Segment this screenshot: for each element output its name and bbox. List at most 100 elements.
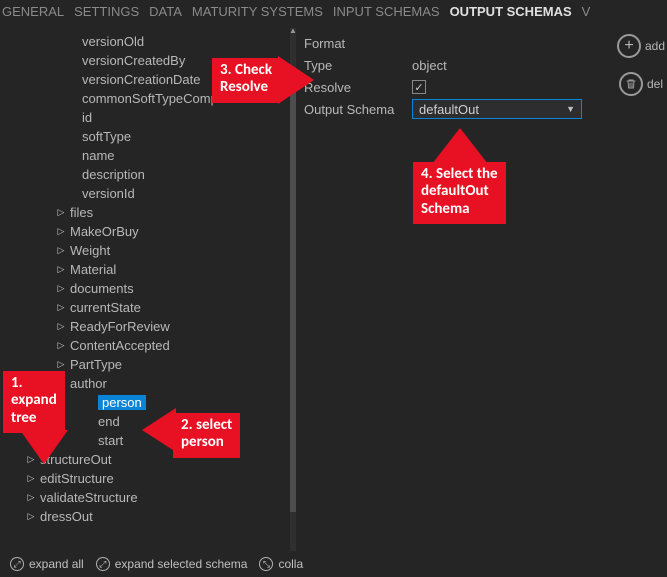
expand-all-icon: ⤢ <box>10 557 24 571</box>
tab-input-schemas[interactable]: INPUT SCHEMAS <box>333 4 440 19</box>
output-schema-dropdown[interactable]: defaultOut ▼ <box>412 99 582 119</box>
tree-node[interactable]: id <box>8 108 290 127</box>
tree-node-label: files <box>70 205 93 220</box>
add-button[interactable]: + add <box>617 34 665 58</box>
tree-node-label: PartType <box>70 357 122 372</box>
expand-icon[interactable]: ▷ <box>56 359 66 370</box>
tab-data[interactable]: DATA <box>149 4 182 19</box>
tree-node[interactable]: versionOld <box>8 32 290 51</box>
expand-icon[interactable]: ▷ <box>56 264 66 275</box>
collapse-label: colla <box>278 557 303 571</box>
output-schema-value: defaultOut <box>419 102 479 117</box>
tab-output-schemas[interactable]: OUTPUT SCHEMAS <box>450 4 572 19</box>
tree-node[interactable]: description <box>8 165 290 184</box>
expand-icon[interactable]: ▷ <box>56 226 66 237</box>
tree-node[interactable]: ▷ dressOut <box>8 507 290 526</box>
expand-icon[interactable]: ▷ <box>56 321 66 332</box>
annotation-4-arrow <box>432 128 488 164</box>
annotation-3-arrow <box>278 56 314 104</box>
expand-icon[interactable]: ▷ <box>56 302 66 313</box>
property-format: Format <box>304 32 603 54</box>
type-value: object <box>412 58 447 73</box>
tree-node-label: Material <box>70 262 116 277</box>
tree-node-label: author <box>70 376 107 391</box>
expand-selected-label: expand selected schema <box>115 557 248 571</box>
tree-node-label: currentState <box>70 300 141 315</box>
tree-node[interactable]: ▷ currentState <box>8 298 290 317</box>
annotation-4: 4. Select the defaultOut Schema <box>413 162 506 224</box>
tree-node[interactable]: ▷ Weight <box>8 241 290 260</box>
properties-panel: Format Type object Resolve ✓ Output Sche… <box>296 28 611 551</box>
delete-button[interactable]: del <box>619 72 663 96</box>
tree-node[interactable]: ▷ Material <box>8 260 290 279</box>
tree-scrollbar[interactable]: ▲ <box>290 28 296 551</box>
expand-icon[interactable]: ▷ <box>56 340 66 351</box>
tab-bar: GENERAL SETTINGS DATA MATURITY SYSTEMS I… <box>0 0 667 25</box>
content-area: versionOldversionCreatedByversionCreatio… <box>0 28 611 551</box>
tree-node-label: name <box>82 148 115 163</box>
tree-node[interactable]: name <box>8 146 290 165</box>
expand-icon[interactable]: ▷ <box>56 207 66 218</box>
expand-icon[interactable]: ▷ <box>56 245 66 256</box>
collapse-icon: ⤡ <box>259 557 273 571</box>
tree-node-label: start <box>98 433 123 448</box>
tree-node-label: ReadyForReview <box>70 319 170 334</box>
tree-node-label: id <box>82 110 92 125</box>
tree-node[interactable]: ▷ ReadyForReview <box>8 317 290 336</box>
annotation-1: 1. expand tree <box>3 371 65 433</box>
tree-node-label: end <box>98 414 120 429</box>
tab-maturity-systems[interactable]: MATURITY SYSTEMS <box>192 4 323 19</box>
add-button-label: add <box>645 39 665 53</box>
tree-node-label: commonSoftTypeComp <box>82 91 218 106</box>
tab-settings[interactable]: SETTINGS <box>74 4 139 19</box>
tree-node[interactable]: ▷ MakeOrBuy <box>8 222 290 241</box>
tree-node-label: Weight <box>70 243 110 258</box>
tree-node-label: dressOut <box>40 509 93 524</box>
property-type: Type object <box>304 54 603 76</box>
scrollbar-thumb[interactable] <box>290 72 296 512</box>
annotation-2-arrow <box>142 408 176 452</box>
tree-node-label: person <box>98 395 146 410</box>
tree-node-label: versionId <box>82 186 135 201</box>
tree-node[interactable]: softType <box>8 127 290 146</box>
tree-node[interactable]: ▷ ContentAccepted <box>8 336 290 355</box>
resolve-label: Resolve <box>304 80 404 95</box>
expand-icon[interactable]: ▷ <box>56 283 66 294</box>
tree-footer: ⤢ expand all ⤢ expand selected schema ⤡ … <box>10 551 303 577</box>
scroll-up-icon[interactable]: ▲ <box>289 28 296 34</box>
trash-icon <box>619 72 643 96</box>
expand-selected-button[interactable]: ⤢ expand selected schema <box>96 557 248 571</box>
tab-overflow[interactable]: V <box>582 4 591 19</box>
expand-all-button[interactable]: ⤢ expand all <box>10 557 84 571</box>
tree-node-label: validateStructure <box>40 490 138 505</box>
tree-node-label: ContentAccepted <box>70 338 170 353</box>
tree-node[interactable]: ▷documents <box>8 279 290 298</box>
tree-node-label: versionOld <box>82 34 144 49</box>
plus-icon: + <box>617 34 641 58</box>
tree-node-label: MakeOrBuy <box>70 224 139 239</box>
tree-node[interactable]: versionId <box>8 184 290 203</box>
tree-node-label: versionCreatedBy <box>82 53 185 68</box>
tree-panel: versionOldversionCreatedByversionCreatio… <box>0 28 296 551</box>
expand-all-label: expand all <box>29 557 84 571</box>
tree-node[interactable]: ▷ validateStructure <box>8 488 290 507</box>
output-schema-label: Output Schema <box>304 102 404 117</box>
property-output-schema: Output Schema defaultOut ▼ <box>304 98 603 120</box>
expand-icon[interactable]: ▷ <box>26 492 36 503</box>
collapse-button[interactable]: ⤡ colla <box>259 557 303 571</box>
resolve-checkbox[interactable]: ✓ <box>412 80 426 94</box>
tree-node[interactable]: ▷ editStructure <box>8 469 290 488</box>
tree-node-label: editStructure <box>40 471 114 486</box>
delete-button-label: del <box>647 77 663 91</box>
right-toolbar: + add del <box>615 34 667 96</box>
tree-node[interactable]: ▷ files <box>8 203 290 222</box>
expand-icon[interactable]: ▷ <box>26 473 36 484</box>
tab-general[interactable]: GENERAL <box>2 4 64 19</box>
annotation-3: 3. Check Resolve <box>212 58 280 103</box>
annotation-2: 2. select person <box>173 413 240 458</box>
annotation-1-arrow <box>20 430 68 464</box>
property-resolve: Resolve ✓ <box>304 76 603 98</box>
tree-node-label: softType <box>82 129 131 144</box>
tree-node-label: description <box>82 167 145 182</box>
expand-icon[interactable]: ▷ <box>26 511 36 522</box>
